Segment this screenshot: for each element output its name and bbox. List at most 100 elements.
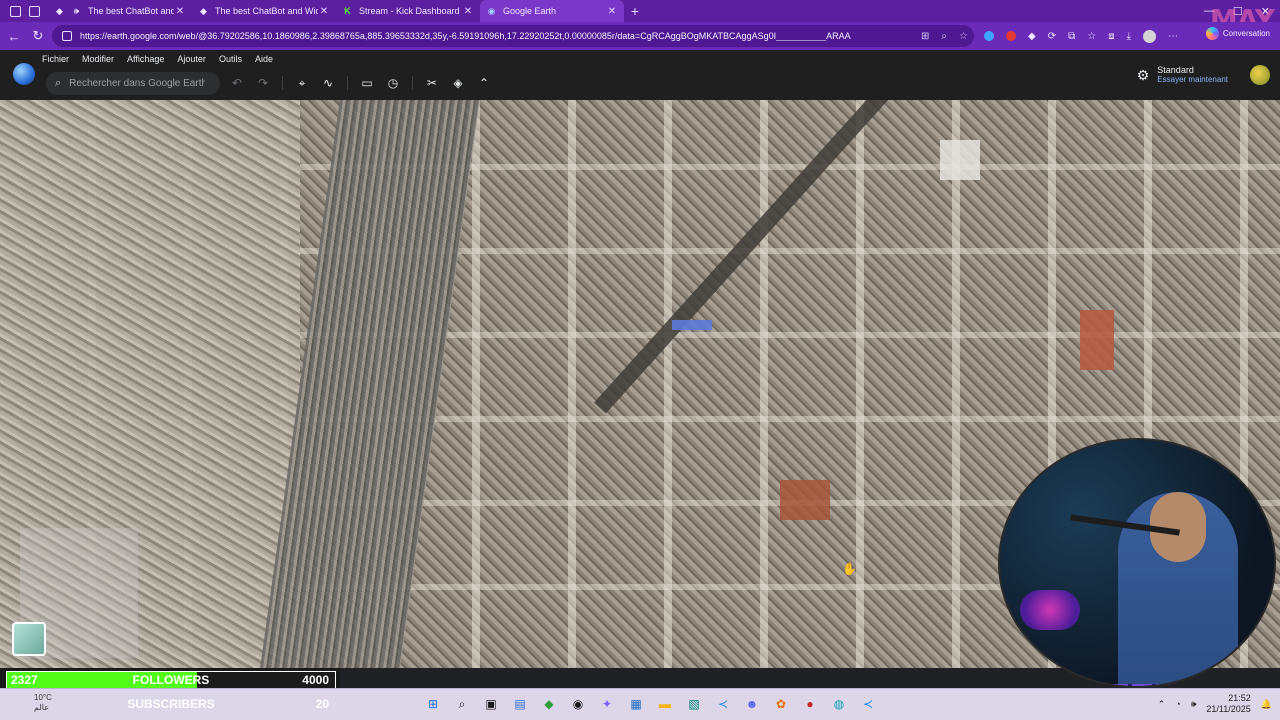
google-earth-toolbar: Fichier Modifier Affichage Ajouter Outil… (0, 50, 1280, 100)
new-tab-button[interactable]: + (624, 3, 646, 19)
account-avatar[interactable] (1250, 65, 1270, 85)
back-icon[interactable]: ← (2, 29, 26, 44)
placemark-icon[interactable]: ⌖ (295, 74, 309, 92)
more-menu-icon[interactable]: ⋯ (1168, 31, 1178, 42)
app-obs-icon[interactable]: ◉ (569, 695, 587, 713)
browser-tab-3[interactable]: K Stream - Kick Dashboard ✕ (336, 0, 480, 22)
workspaces-icon[interactable] (10, 5, 21, 17)
subscribers-target: 20 (315, 697, 329, 711)
tool-divider (412, 76, 413, 90)
menu-add[interactable]: Ajouter (177, 54, 206, 64)
close-tab-icon[interactable]: ✕ (318, 6, 330, 17)
app-teal-icon[interactable]: ▧ (685, 695, 703, 713)
chevron-up-icon[interactable]: ⌃ (1158, 699, 1166, 710)
browser-tab-strip: ◆ 🕪 The best ChatBot and Widgets fo ✕ ◆ … (0, 0, 1280, 36)
extension-blue-icon[interactable] (984, 31, 994, 41)
zoom-icon[interactable]: ⌕ (941, 31, 947, 42)
extension-red-icon[interactable] (1006, 31, 1016, 41)
tab-title: Google Earth (503, 6, 557, 16)
edge-browser-icon[interactable]: ◍ (830, 695, 848, 713)
profile-icon[interactable] (1143, 29, 1156, 43)
ruler-icon[interactable]: ▭ (360, 74, 374, 92)
undo-icon[interactable]: ↶ (230, 74, 244, 92)
redo-icon[interactable]: ↷ (256, 74, 270, 92)
search-icon: ⌕ (55, 77, 62, 89)
path-icon[interactable]: ∿ (321, 74, 335, 92)
clock-time: 21:52 (1228, 693, 1251, 703)
omnibox-actions: ⊞ ⌕ ☆ (921, 25, 968, 47)
windows-start-icon[interactable]: ⊞ (424, 695, 442, 713)
app-recorder-icon[interactable]: ● (801, 695, 819, 713)
close-tab-icon[interactable]: ✕ (174, 6, 186, 17)
app-vscode-2-icon[interactable]: ≺ (859, 695, 877, 713)
subscribers-label: SUBSCRIBERS (127, 697, 215, 711)
extension-diamond-icon[interactable]: ◆ (1028, 31, 1036, 42)
menu-file[interactable]: Fichier (42, 54, 69, 64)
menu-edit[interactable]: Modifier (82, 54, 114, 64)
map-style-switch[interactable]: Standard Essayer maintenant (1157, 65, 1228, 85)
menu-help[interactable]: Aide (255, 54, 273, 64)
earth-tools: ↶ ↷ ⌖ ∿ ▭ ◷ ✂ ◈ ⌃ (230, 74, 491, 92)
taskbar-clock[interactable]: 21:52 21/11/2025 (1206, 693, 1250, 715)
followers-target: 4000 (302, 673, 329, 687)
favorites-icon[interactable]: ☆ (1087, 31, 1096, 42)
google-earth-logo[interactable] (13, 63, 35, 85)
discord-icon[interactable]: ☻ (743, 695, 761, 713)
widgets-icon[interactable]: ▤ (511, 695, 529, 713)
earth-search-box[interactable]: ⌕ (46, 72, 220, 95)
taskbar-apps: ⊞ ⌕ ▣ ▤ ◆ ◉ ✦ ▦ ▬ ▧ ≺ ☻ ✿ ● ◍ ≺ (424, 695, 877, 713)
browser-tab-1[interactable]: ◆ 🕪 The best ChatBot and Widgets fo ✕ (48, 0, 192, 22)
tab-actions-icon[interactable] (29, 5, 40, 17)
map-diagonal-avenue (594, 100, 1075, 414)
browser-tab-2[interactable]: ◆ The best ChatBot and Widgets fo ✕ (192, 0, 336, 22)
refresh-icon[interactable]: ↻ (26, 28, 50, 44)
address-bar[interactable]: https://earth.google.com/web/@36.7920258… (52, 25, 974, 47)
extension-cycle-icon[interactable]: ⟳ (1048, 31, 1056, 42)
app-blue-icon[interactable]: ▦ (627, 695, 645, 713)
earth-account-area: ⚙ Standard Essayer maintenant (1137, 65, 1270, 85)
volume-icon[interactable]: 🕪 (1191, 699, 1197, 710)
history-icon[interactable]: ◷ (386, 74, 400, 92)
search-icon[interactable]: ⌕ (453, 695, 471, 713)
map-layer-thumbnail[interactable] (12, 622, 46, 656)
gear-icon[interactable]: ⚙ (1137, 67, 1150, 84)
diamond-icon: ◆ (56, 5, 63, 16)
split-screen-icon[interactable]: ⧉ (1068, 31, 1075, 42)
site-info-icon[interactable] (62, 31, 72, 41)
earth-menu-bar: Fichier Modifier Affichage Ajouter Outil… (42, 54, 273, 64)
app-orange-icon[interactable]: ✿ (772, 695, 790, 713)
file-explorer-icon[interactable]: ▬ (656, 695, 674, 713)
copilot-label: Conversation (1222, 29, 1270, 38)
close-tab-icon[interactable]: ✕ (462, 6, 474, 17)
task-view-icon[interactable]: ▣ (482, 695, 500, 713)
try-now-link[interactable]: Essayer maintenant (1157, 75, 1228, 85)
tab-title: The best ChatBot and Widgets fo (88, 6, 174, 16)
kick-icon: K (344, 6, 351, 16)
close-tab-icon[interactable]: ✕ (606, 6, 618, 17)
subscribers-goal-bar: SUBSCRIBERS 20 (6, 695, 336, 713)
collections-icon[interactable]: ⧈ (1108, 31, 1114, 42)
downloads-icon[interactable]: ⤓ (1127, 31, 1131, 42)
speaker-icon[interactable]: 🕪 (71, 6, 82, 17)
tab-strip-controls (0, 0, 48, 22)
url-text[interactable]: https://earth.google.com/web/@36.7920258… (80, 31, 851, 41)
app-vscode-icon[interactable]: ≺ (714, 695, 732, 713)
app-install-icon[interactable]: ⊞ (921, 31, 929, 42)
hand-cursor-icon: ✋ (842, 562, 857, 576)
chevron-up-icon[interactable]: ⌃ (477, 74, 491, 92)
menu-view[interactable]: Affichage (127, 54, 164, 64)
app-green-icon[interactable]: ◆ (540, 695, 558, 713)
app-copilot-icon[interactable]: ✦ (598, 695, 616, 713)
layers-icon[interactable]: ◈ (451, 74, 465, 92)
tab-title: Stream - Kick Dashboard (359, 6, 460, 16)
copilot-button[interactable]: Conversation (1205, 27, 1270, 40)
capture-icon[interactable]: ✂ (425, 74, 439, 92)
favorite-star-icon[interactable]: ☆ (959, 31, 968, 42)
browser-tab-4-active[interactable]: ◉ Google Earth ✕ (480, 0, 624, 22)
clock-date: 21/11/2025 (1206, 704, 1251, 714)
menu-tools[interactable]: Outils (219, 54, 242, 64)
network-icon[interactable]: ◔ (1175, 699, 1180, 709)
followers-label: FOLLOWERS (132, 673, 210, 687)
earth-search-input[interactable] (67, 77, 208, 90)
notifications-icon[interactable]: 🔔 (1261, 699, 1272, 710)
